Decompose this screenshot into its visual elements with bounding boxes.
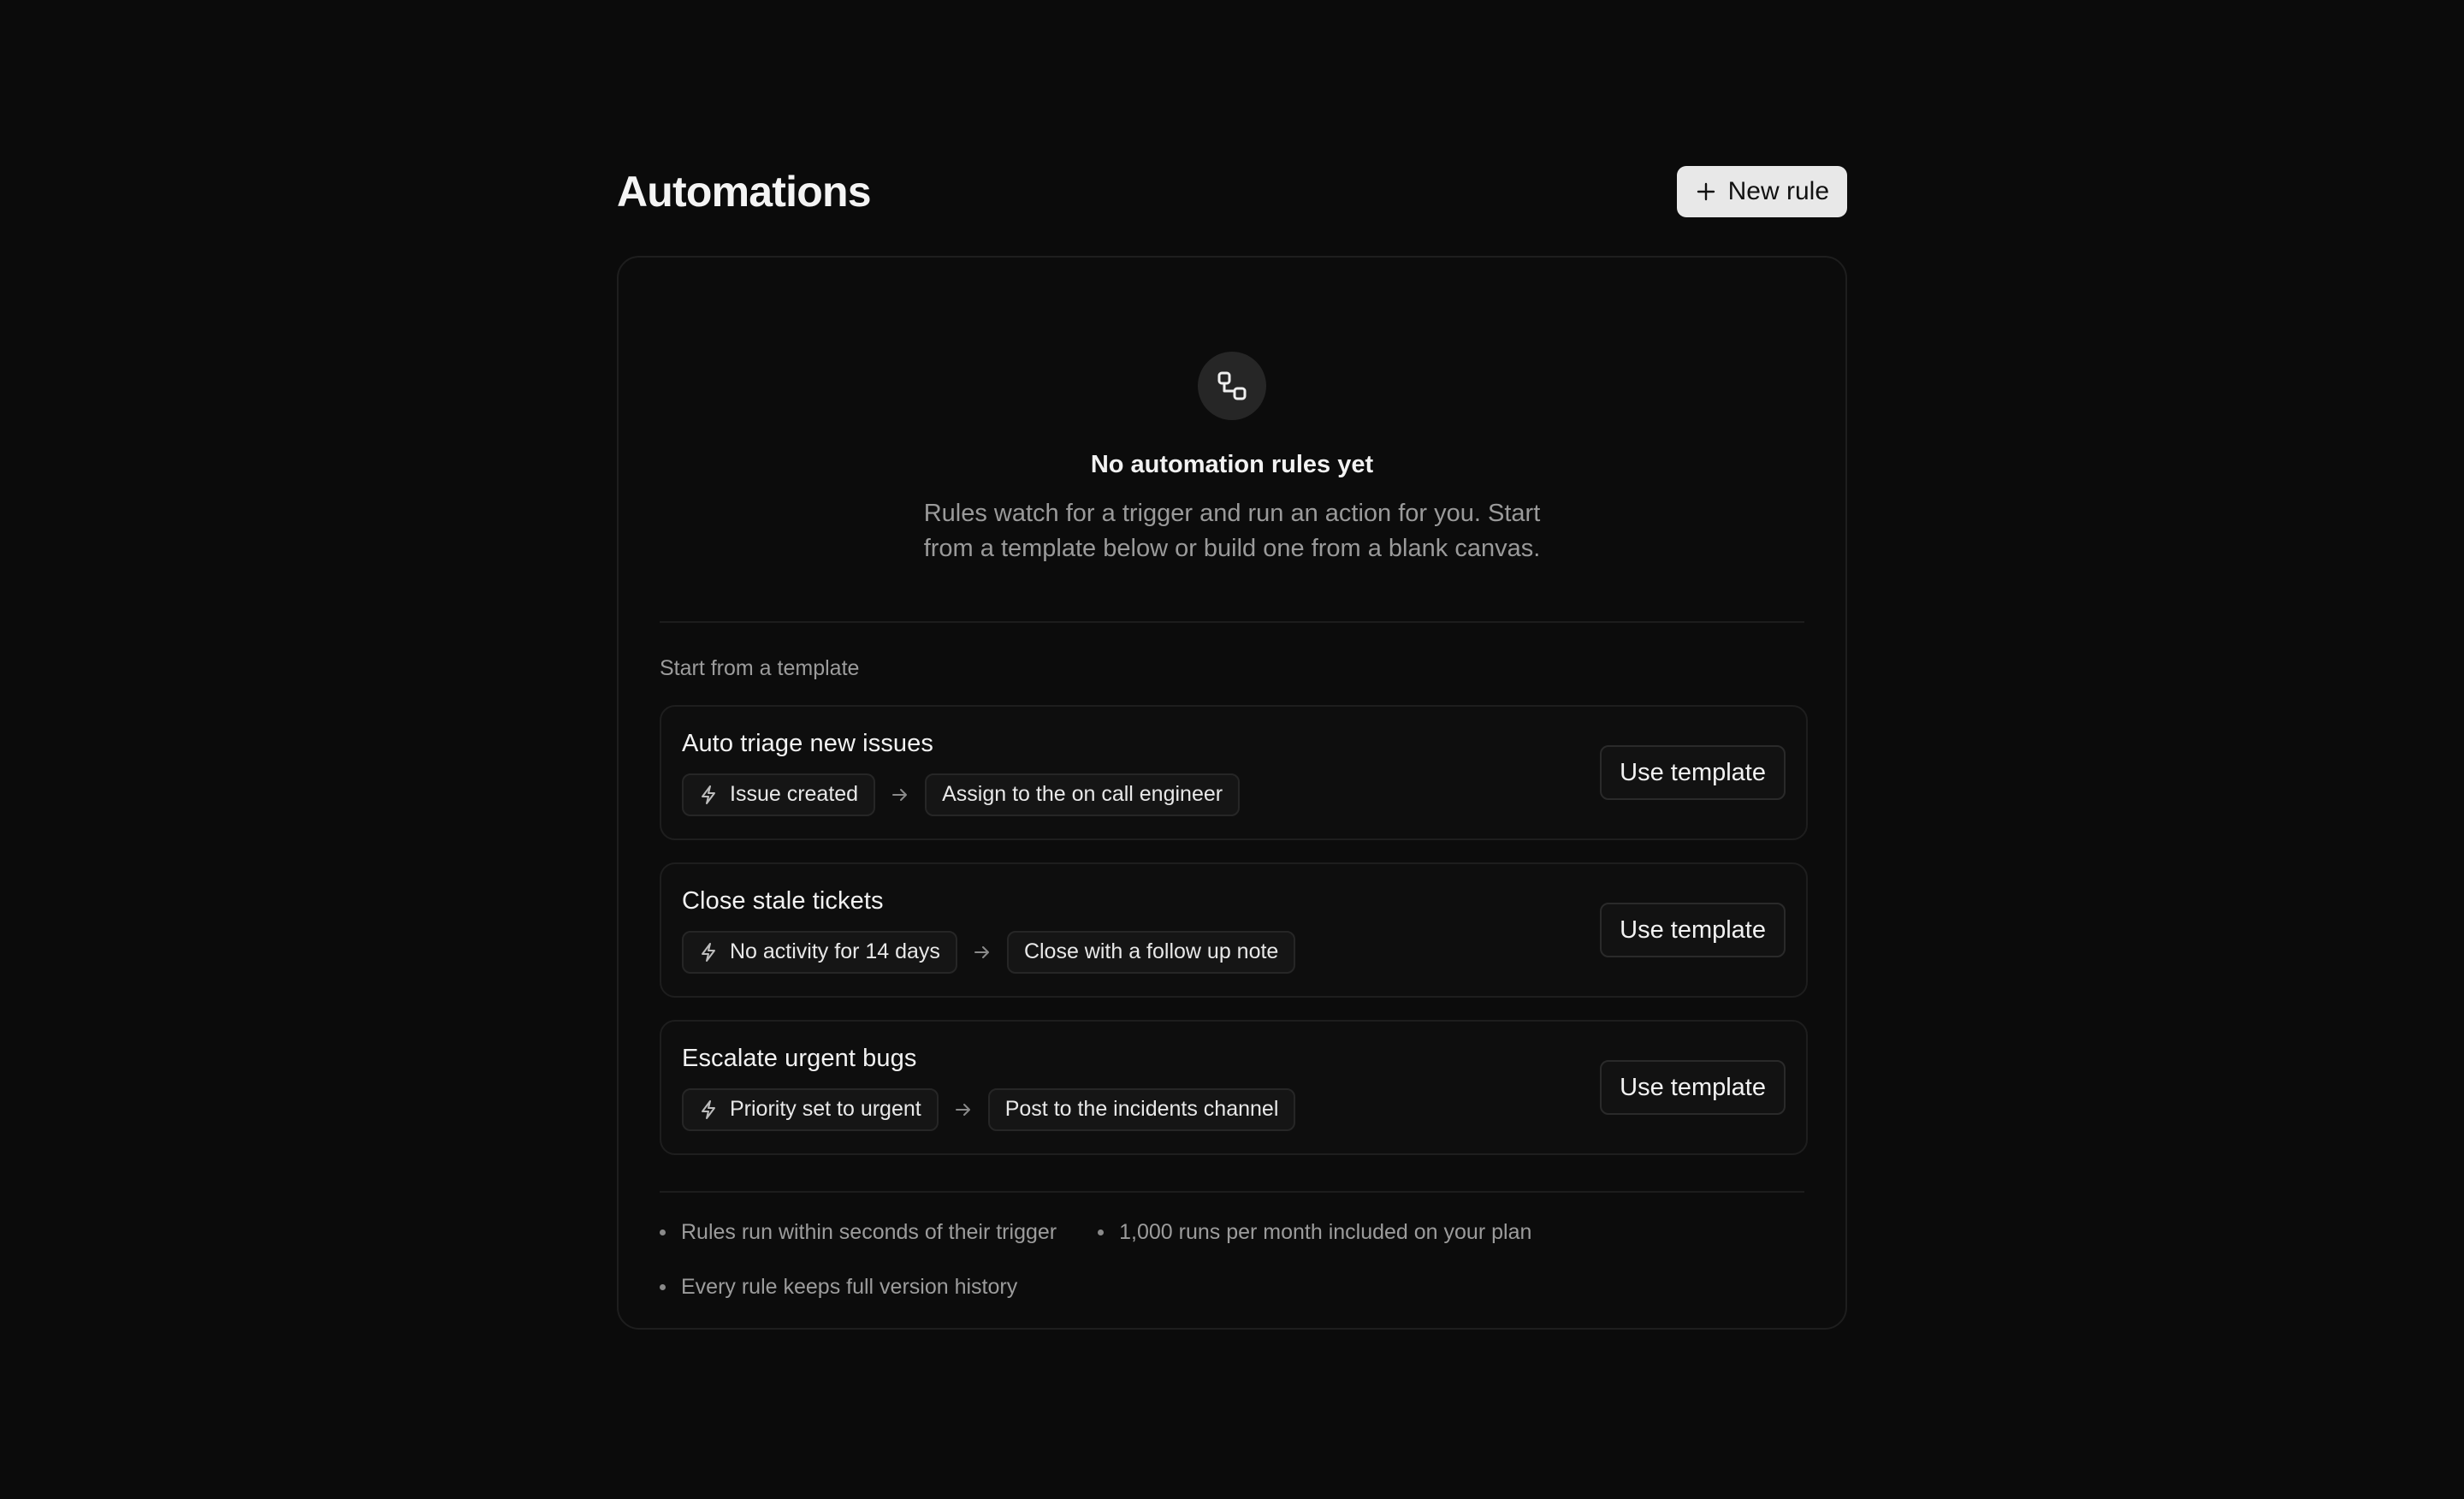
template-info: Close stale tickets No activity for 14 d… bbox=[682, 886, 1296, 974]
trigger-label: Priority set to urgent bbox=[730, 1097, 921, 1121]
note-item: Every rule keeps full version history bbox=[660, 1274, 1017, 1300]
template-list: Auto triage new issues Issue created Ass… bbox=[660, 705, 1808, 1155]
note-item: Rules run within seconds of their trigge… bbox=[660, 1219, 1057, 1245]
use-template-button[interactable]: Use template bbox=[1600, 745, 1786, 800]
template-info: Auto triage new issues Issue created Ass… bbox=[682, 729, 1241, 816]
action-chip: Assign to the on call engineer bbox=[925, 773, 1241, 816]
use-template-button[interactable]: Use template bbox=[1600, 903, 1786, 957]
automations-panel: No automation rules yet Rules watch for … bbox=[617, 256, 1847, 1330]
new-rule-button[interactable]: New rule bbox=[1676, 166, 1847, 217]
action-chip: Post to the incidents channel bbox=[987, 1087, 1296, 1131]
use-template-button[interactable]: Use template bbox=[1600, 1060, 1786, 1115]
template-name: Auto triage new issues bbox=[682, 729, 933, 757]
action-chip: Close with a follow up note bbox=[1006, 930, 1296, 974]
empty-state-description: Rules watch for a trigger and run an act… bbox=[923, 500, 1541, 562]
template-flow: Issue created Assign to the on call engi… bbox=[682, 773, 1241, 816]
trigger-chip: Issue created bbox=[682, 773, 876, 816]
template-flow: Priority set to urgent Post to the incid… bbox=[682, 1087, 1296, 1131]
page-header: Automations New rule bbox=[617, 166, 1847, 217]
action-label: Post to the incidents channel bbox=[1004, 1097, 1279, 1121]
trigger-chip: Priority set to urgent bbox=[682, 1087, 939, 1131]
action-label: Close with a follow up note bbox=[1023, 939, 1279, 963]
automations-page: Automations New rule No automation rules… bbox=[617, 166, 1847, 1330]
arrow-right-icon bbox=[954, 1100, 973, 1119]
divider bbox=[660, 621, 1804, 623]
new-rule-label: New rule bbox=[1727, 177, 1829, 205]
template-flow: No activity for 14 days Close with a fol… bbox=[682, 930, 1296, 974]
template-card: Escalate urgent bugs Priority set to urg… bbox=[660, 1020, 1808, 1155]
lightning-icon bbox=[699, 785, 718, 805]
empty-state: No automation rules yet Rules watch for … bbox=[619, 258, 1845, 566]
template-name: Escalate urgent bugs bbox=[682, 1044, 917, 1072]
note-item: 1,000 runs per month included on your pl… bbox=[1098, 1219, 1531, 1245]
page-title: Automations bbox=[617, 168, 872, 216]
trigger-label: Issue created bbox=[730, 782, 859, 806]
trigger-chip: No activity for 14 days bbox=[682, 930, 957, 974]
template-info: Escalate urgent bugs Priority set to urg… bbox=[682, 1044, 1296, 1131]
lightning-icon bbox=[699, 942, 718, 963]
divider bbox=[660, 1191, 1804, 1193]
template-name: Close stale tickets bbox=[682, 886, 884, 915]
plus-icon bbox=[1696, 181, 1716, 202]
arrow-right-icon bbox=[973, 943, 992, 962]
workflow-icon bbox=[1198, 352, 1266, 420]
action-label: Assign to the on call engineer bbox=[942, 782, 1223, 806]
plan-notes: Rules run within seconds of their trigge… bbox=[660, 1219, 1808, 1300]
trigger-label: No activity for 14 days bbox=[730, 939, 940, 963]
template-card: Auto triage new issues Issue created Ass… bbox=[660, 705, 1808, 840]
template-card: Close stale tickets No activity for 14 d… bbox=[660, 862, 1808, 998]
arrow-right-icon bbox=[891, 785, 909, 804]
templates-section-label: Start from a template bbox=[660, 656, 860, 680]
lightning-icon bbox=[699, 1099, 718, 1120]
empty-state-title: No automation rules yet bbox=[1090, 451, 1374, 478]
